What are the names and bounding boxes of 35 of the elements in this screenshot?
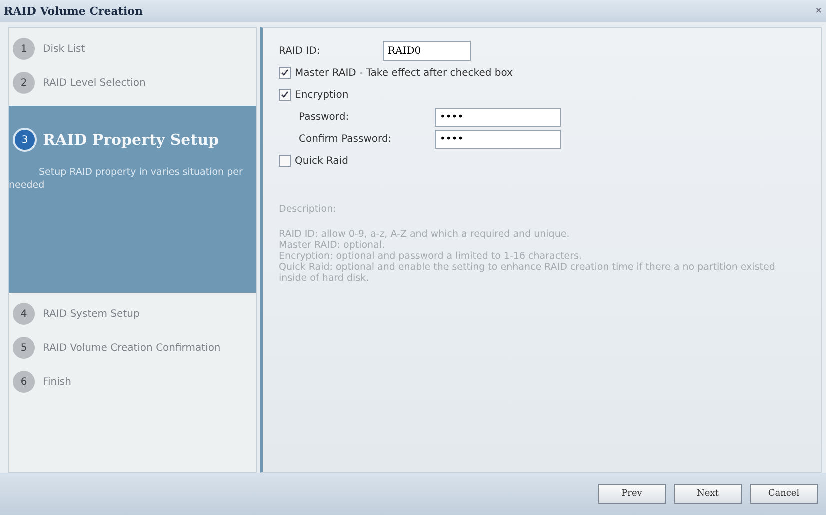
step-label: RAID Volume Creation Confirmation <box>43 342 221 354</box>
checkbox[interactable] <box>279 155 291 167</box>
step-number: 4 <box>13 303 35 325</box>
checkbox-label: Encryption <box>295 90 349 100</box>
step-label: RAID System Setup <box>43 308 140 320</box>
step-number: 2 <box>13 72 35 94</box>
step-number: 5 <box>13 337 35 359</box>
wizard-button[interactable]: Next <box>674 484 742 504</box>
description-text: Master RAID: optional. <box>279 240 386 251</box>
description-text: RAID ID: allow 0-9, a-z, A-Z and which a required and unique. <box>279 229 571 240</box>
checkbox[interactable] <box>279 67 291 79</box>
step-label: Finish <box>43 376 72 388</box>
step-label: Disk List <box>43 44 86 54</box>
wizard-button[interactable]: Prev <box>598 484 666 504</box>
step-number: 3 <box>13 128 37 152</box>
description-title: Description: <box>279 204 338 215</box>
checkbox[interactable] <box>279 89 291 101</box>
description-text: Encryption: optional and password a limited to 1-16 characters. <box>279 251 583 262</box>
close-button[interactable]: × <box>816 5 822 17</box>
raid-id-field[interactable]: RAID0 <box>383 41 471 61</box>
checkbox-label: Quick Raid <box>295 156 348 166</box>
window-title: RAID Volume Creation <box>4 4 143 18</box>
field-label: RAID ID: <box>279 46 322 56</box>
step-number: 6 <box>13 371 35 393</box>
step-label: RAID Level Selection <box>43 78 146 88</box>
checkbox-label: Master RAID - Take effect after checked box <box>295 68 513 78</box>
step-description: Setup RAID property in varies situation per needed <box>9 166 244 192</box>
field-label: Confirm Password: <box>298 134 393 144</box>
step-number: 1 <box>13 38 35 60</box>
field-label: Password: <box>298 112 350 122</box>
wizard-button[interactable]: Cancel <box>750 484 818 504</box>
password-field[interactable]: •••• <box>435 130 561 148</box>
step-title: RAID Property Setup <box>43 131 220 149</box>
description-text: Quick Raid: optional and enable the setting to enhance RAID creation time if there a no partition existed inside of hard disk. <box>279 262 776 284</box>
password-field[interactable]: •••• <box>435 108 561 126</box>
